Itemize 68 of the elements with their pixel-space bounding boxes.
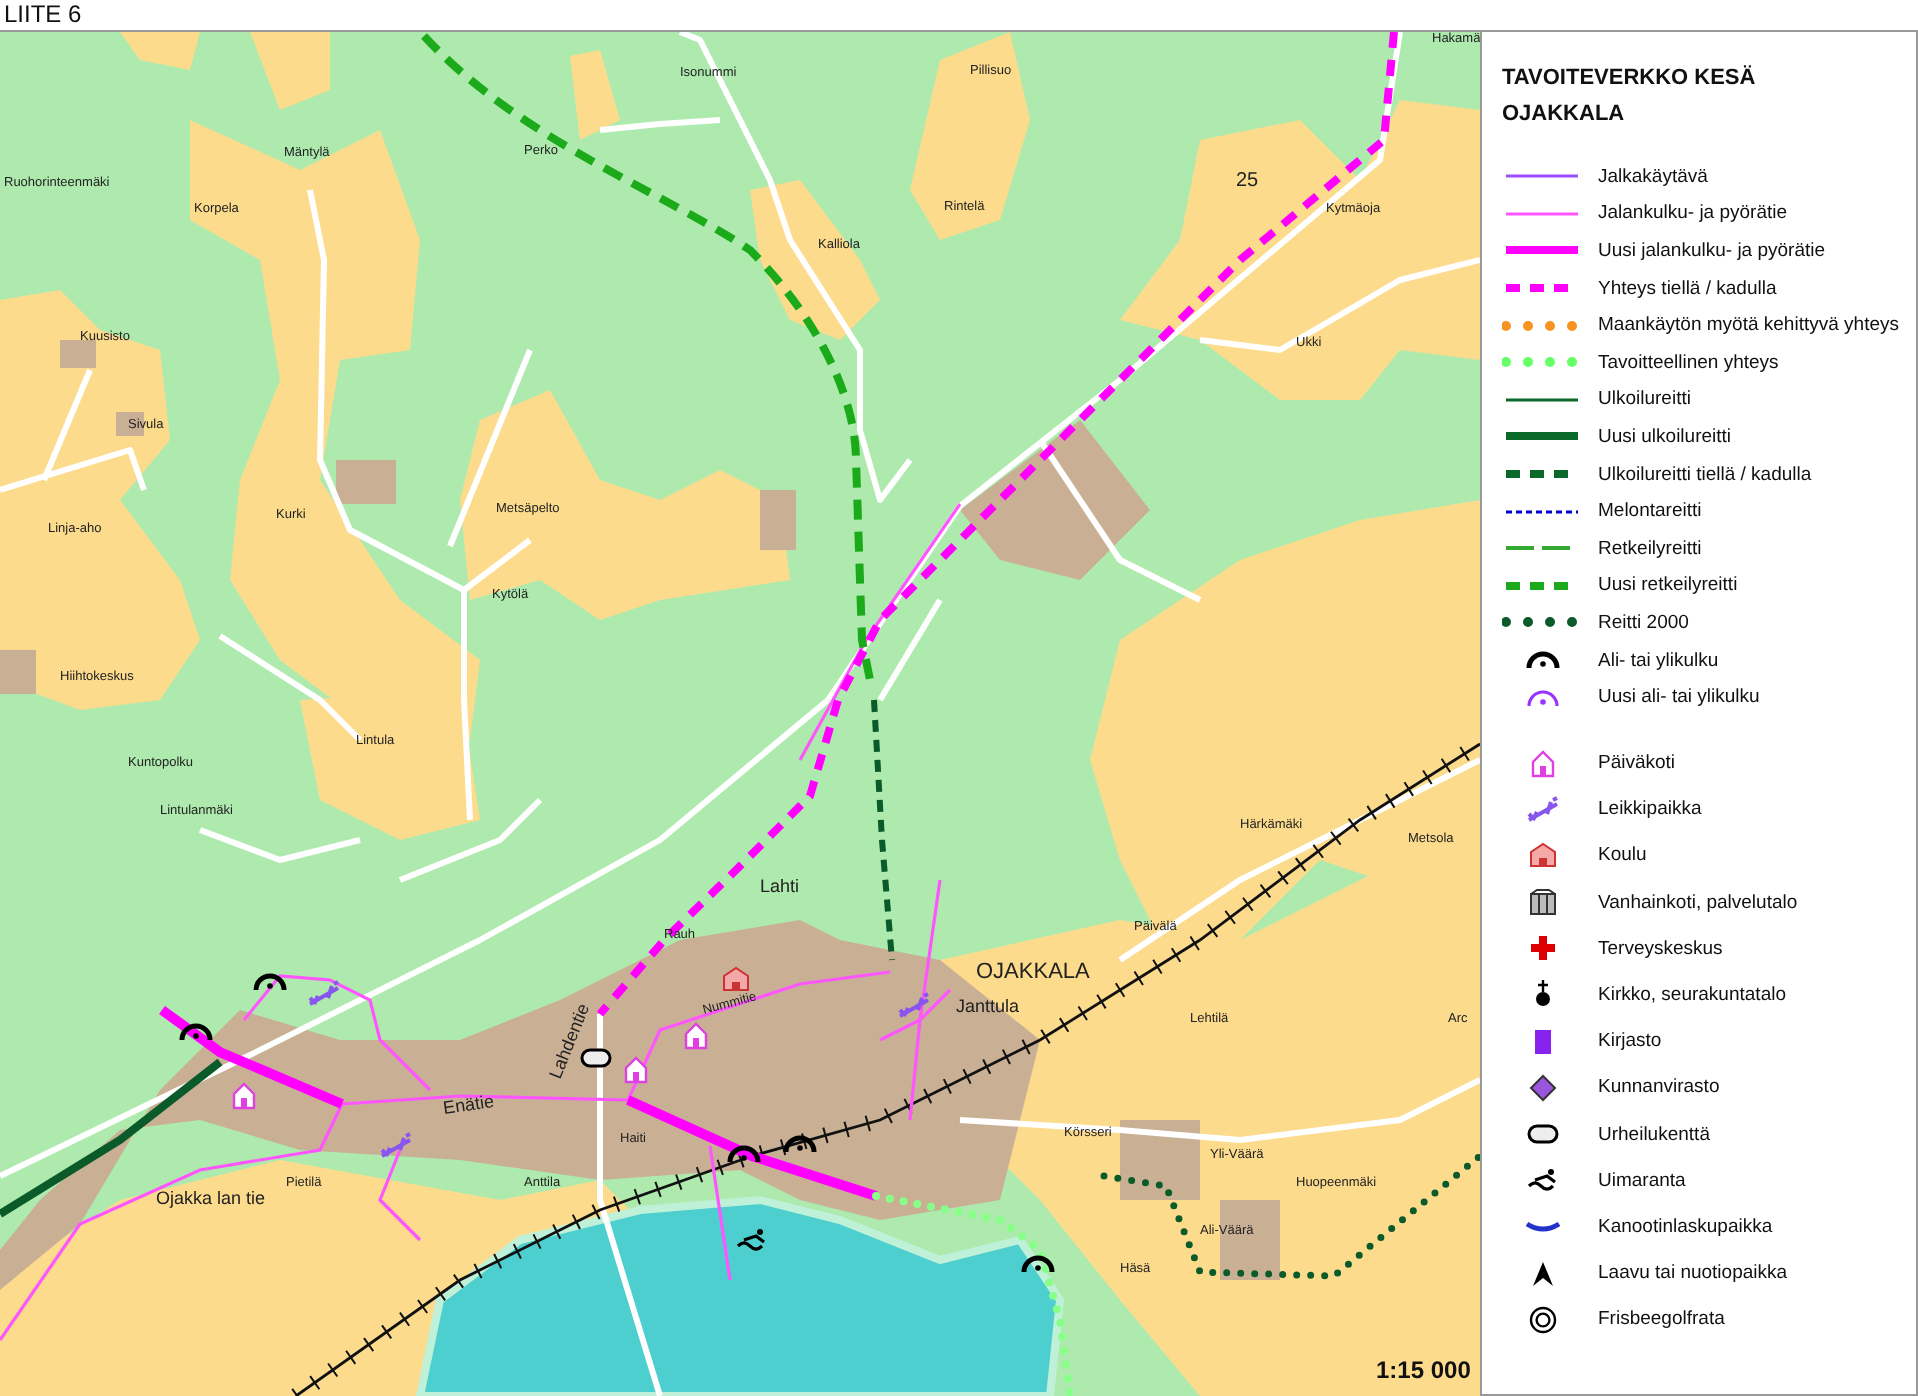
road-number: 25 <box>1236 170 1259 192</box>
legend-label: Jalkakäytävä <box>1598 165 1708 188</box>
legend-label: Päiväkoti <box>1598 752 1676 774</box>
school-icon <box>1525 841 1559 870</box>
house-icon <box>624 1056 648 1084</box>
swimmer-icon <box>736 1229 766 1251</box>
target-icon <box>1525 1305 1559 1334</box>
legend-label: Uusi ali- tai ylikulku <box>1598 686 1760 709</box>
legend-label: Yhteys tiellä / kadulla <box>1598 277 1777 300</box>
legend-label: Jalankulku- ja pyörätie <box>1598 202 1788 225</box>
legend-label: Koulu <box>1598 844 1647 867</box>
arch-icon <box>179 1023 213 1041</box>
built-up-area <box>60 340 96 368</box>
building-icon <box>1525 888 1559 917</box>
legend-label: Frisbeegolfrata <box>1598 1308 1725 1331</box>
built-up-area <box>760 490 796 550</box>
arch-icon <box>783 1135 817 1153</box>
road-label: Ojakka lan tie <box>156 1188 266 1208</box>
page-title: LIITE 6 <box>2 0 84 30</box>
legend-title: TAVOITEVERKKO KESÄ <box>1502 66 1758 92</box>
scale-label: 1:15 000 <box>1376 1356 1471 1384</box>
seesaw-icon <box>1525 795 1559 824</box>
legend-label: Kirkko, seurakuntatalo <box>1598 983 1786 1006</box>
path-line <box>708 1145 732 1281</box>
legend-label: Melontareitti <box>1598 500 1702 523</box>
built-up-area <box>336 460 396 504</box>
place-label: OJAKKALA <box>976 960 1090 984</box>
road-label: Enätie <box>441 1091 496 1118</box>
legend-label: Uusi ulkoilureitti <box>1598 425 1732 448</box>
road-label: Janttula <box>956 996 1020 1016</box>
legend-label: Reitti 2000 <box>1598 611 1689 634</box>
legend-label: Retkeilyreitti <box>1598 537 1702 560</box>
legend-label: Uusi retkeilyreitti <box>1598 574 1738 597</box>
legend-label: Ulkoilureitti <box>1598 388 1691 411</box>
legend-label: Kanootinlaskupaikka <box>1598 1215 1773 1238</box>
seesaw-icon <box>898 992 930 1018</box>
diamond-icon <box>1525 1073 1559 1102</box>
legend-label: Kirjasto <box>1598 1030 1662 1053</box>
legend-label: Maankäytön myötä kehittyvä yhteys <box>1598 314 1899 337</box>
arch-icon <box>1021 1255 1055 1273</box>
field-area <box>120 32 200 70</box>
legend-label: Uusi jalankulku- ja pyörätie <box>1598 239 1826 262</box>
legend-label: Ali- tai ylikulku <box>1598 649 1719 672</box>
built-up-area <box>0 650 36 694</box>
built-up-area <box>1120 1120 1200 1200</box>
swimmer-icon <box>1525 1166 1559 1195</box>
house-icon <box>684 1022 708 1050</box>
legend-label: Urheilukenttä <box>1598 1123 1710 1145</box>
seesaw-icon <box>380 1132 412 1158</box>
legend-label: Laavu tai nuotiopaikka <box>1598 1262 1788 1285</box>
track-icon <box>1525 1120 1559 1148</box>
arch-icon <box>727 1145 761 1163</box>
legend-label: Terveyskeskus <box>1598 937 1723 960</box>
legend-label: Tavoitteellinen yhteys <box>1598 351 1779 374</box>
legend-label: Kunnanvirasto <box>1598 1076 1720 1099</box>
house-icon <box>232 1082 256 1110</box>
field-area <box>570 50 620 140</box>
legend-subtitle: OJAKKALA <box>1502 102 1627 128</box>
seesaw-icon <box>308 980 340 1006</box>
arch-icon <box>253 973 287 991</box>
legend-label: Vanhainkoti, palvelutalo <box>1598 891 1798 914</box>
legend-label: Ulkoilureitti tiellä / kadulla <box>1598 463 1812 486</box>
cross-icon <box>1525 934 1559 963</box>
field-area <box>250 32 330 110</box>
legend-label: Uimaranta <box>1598 1169 1686 1192</box>
legend-label: Leikkipaikka <box>1598 798 1702 821</box>
road-label: Lahti <box>760 876 800 896</box>
path-line <box>378 1149 422 1242</box>
